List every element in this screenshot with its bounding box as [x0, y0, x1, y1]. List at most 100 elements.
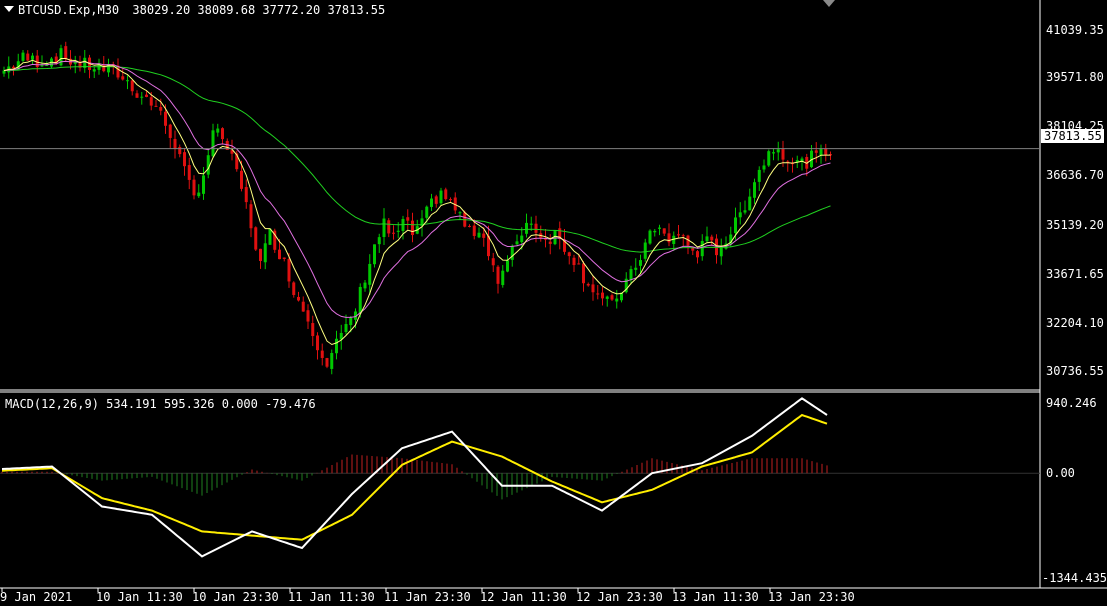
bear-candle	[601, 292, 604, 299]
bull-candle	[92, 69, 96, 72]
bull-candle	[197, 192, 201, 197]
bull-candle	[211, 130, 215, 157]
bear-candle	[781, 148, 785, 160]
bull-candle	[762, 165, 766, 170]
bull-candle	[216, 128, 220, 133]
bear-candle	[297, 296, 300, 301]
bear-candle	[154, 105, 158, 107]
time-label: 11 Jan 23:30	[384, 590, 471, 604]
bull-candle	[743, 210, 747, 213]
bear-candle	[311, 323, 315, 337]
bear-candle	[306, 310, 310, 322]
bear-candle	[164, 111, 167, 126]
price-label: 32204.10	[1046, 316, 1104, 330]
bear-candle	[824, 148, 828, 155]
bear-candle	[591, 284, 595, 293]
bull-candle	[382, 218, 386, 237]
price-label: 35139.20	[1046, 218, 1104, 232]
bull-candle	[734, 217, 737, 234]
bear-candle	[12, 66, 15, 69]
bull-candle	[263, 243, 267, 263]
time-label: 12 Jan 23:30	[576, 590, 663, 604]
chart-window[interactable]: BTCUSD.Exp,M30 38029.20 38089.68 37772.2…	[0, 0, 1107, 606]
bull-candle	[268, 228, 272, 245]
bear-candle	[149, 97, 153, 106]
bear-candle	[259, 248, 262, 262]
bear-candle	[130, 80, 134, 92]
bull-candle	[639, 260, 642, 266]
bear-candle	[434, 196, 438, 204]
bear-candle	[472, 225, 476, 236]
bear-candle	[491, 258, 495, 266]
bull-candle	[506, 260, 509, 272]
bear-candle	[282, 257, 286, 259]
macd-signal-line	[1, 413, 828, 541]
current-price-label: 37813.55	[1041, 129, 1104, 143]
bear-candle	[254, 227, 258, 250]
price-label: 33671.65	[1046, 267, 1104, 281]
bear-candle	[244, 187, 248, 203]
bear-candle	[249, 204, 253, 229]
bear-candle	[178, 146, 182, 155]
ma-mid-line	[3, 60, 831, 318]
ohlc-values: 38029.20 38089.68 37772.20 37813.55	[132, 3, 386, 17]
bear-candle	[145, 94, 148, 97]
scroll-marker-icon[interactable]	[823, 0, 835, 7]
bull-candle	[705, 236, 709, 242]
dropdown-arrow-icon[interactable]	[4, 6, 14, 12]
bull-candle	[738, 212, 742, 218]
bear-candle	[534, 223, 538, 233]
bear-candle	[278, 249, 281, 260]
price-label: 30736.55	[1046, 364, 1104, 378]
bear-candle	[444, 189, 448, 200]
bear-candle	[586, 283, 590, 286]
bear-candle	[710, 236, 714, 241]
bull-candle	[629, 269, 633, 280]
bull-candle	[373, 244, 376, 265]
bear-candle	[159, 107, 163, 111]
time-label: 11 Jan 11:30	[288, 590, 375, 604]
bear-candle	[468, 225, 471, 227]
bull-candle	[358, 286, 362, 314]
bull-candle	[520, 235, 524, 243]
bear-candle	[610, 295, 614, 300]
bear-candle	[173, 138, 177, 149]
price-chart[interactable]	[0, 0, 1107, 606]
bear-candle	[411, 220, 414, 236]
bull-candle	[377, 237, 381, 245]
bull-candle	[510, 245, 514, 260]
macd-main-line	[1, 397, 828, 558]
time-label: 13 Jan 11:30	[672, 590, 759, 604]
bull-candle	[344, 324, 348, 332]
bull-candle	[700, 240, 704, 257]
bull-candle	[719, 246, 723, 257]
time-label: 12 Jan 11:30	[480, 590, 567, 604]
bull-candle	[40, 65, 44, 67]
bull-candle	[206, 155, 210, 175]
bull-candle	[21, 52, 25, 61]
bull-candle	[430, 198, 433, 207]
bull-candle	[757, 169, 761, 182]
bull-candle	[772, 152, 775, 154]
bear-candle	[301, 301, 305, 312]
bear-candle	[121, 76, 125, 80]
bear-candle	[567, 252, 571, 257]
bear-candle	[696, 251, 699, 258]
bull-candle	[634, 267, 638, 270]
bull-candle	[653, 230, 657, 233]
price-label: 41039.35	[1046, 23, 1104, 37]
bull-candle	[363, 282, 367, 289]
bull-candle	[529, 223, 533, 225]
bull-candle	[819, 148, 823, 156]
price-label: 39571.80	[1046, 70, 1104, 84]
bear-candle	[240, 170, 243, 189]
bull-candle	[368, 263, 372, 285]
bull-candle	[477, 232, 481, 238]
bear-candle	[582, 263, 585, 284]
bull-candle	[525, 222, 528, 234]
bear-candle	[316, 335, 319, 351]
bear-candle	[26, 53, 30, 61]
bull-candle	[335, 338, 338, 354]
bear-candle	[681, 235, 685, 237]
time-label: 13 Jan 23:30	[768, 590, 855, 604]
